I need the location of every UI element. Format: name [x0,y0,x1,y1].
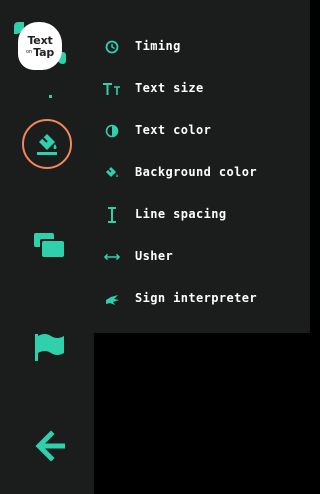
menu-item-line-spacing[interactable]: Line spacing [94,200,310,230]
text-on-tap-logo: Text on Tap [18,22,62,70]
menu-item-label: Text size [135,81,204,95]
screens-button[interactable] [30,228,70,262]
screens-icon [34,233,64,257]
menu-item-text-color[interactable]: Text color [94,116,310,146]
arrow-left-icon [35,430,65,462]
sign-hand-icon [104,291,120,307]
display-settings-button[interactable] [22,119,72,169]
double-arrow-icon [104,249,120,265]
app-root: Text on Tap Timing Text size Text color … [0,0,310,494]
paint-bucket-icon [104,165,120,181]
flag-icon [35,334,64,361]
back-button[interactable] [35,430,69,462]
menu-item-timing[interactable]: Timing [94,32,310,62]
menu-item-text-size[interactable]: Text size [94,74,310,104]
contrast-icon [104,123,120,139]
menu-item-label: Sign interpreter [135,291,257,305]
menu-item-label: Background color [135,165,257,179]
text-size-icon [102,81,122,97]
logo-text-line2: on Tap [26,47,54,58]
report-button[interactable] [32,330,68,364]
menu-item-usher[interactable]: Usher [94,242,310,272]
paint-bucket-icon [37,134,57,155]
logo-text-line1: Text [27,33,53,47]
menu-item-label: Timing [135,39,181,53]
logo-divider-dot [49,95,52,98]
line-spacing-icon [104,207,120,223]
logo-text-tap: Tap [33,45,55,59]
menu-item-label: Text color [135,123,212,137]
menu-item-background-color[interactable]: Background color [94,158,310,188]
menu-item-label: Usher [135,249,174,263]
menu-item-sign-interpreter[interactable]: Sign interpreter [94,284,310,314]
logo-text-small: on [25,48,33,55]
menu-item-label: Line spacing [135,207,227,221]
clock-icon [104,39,120,55]
